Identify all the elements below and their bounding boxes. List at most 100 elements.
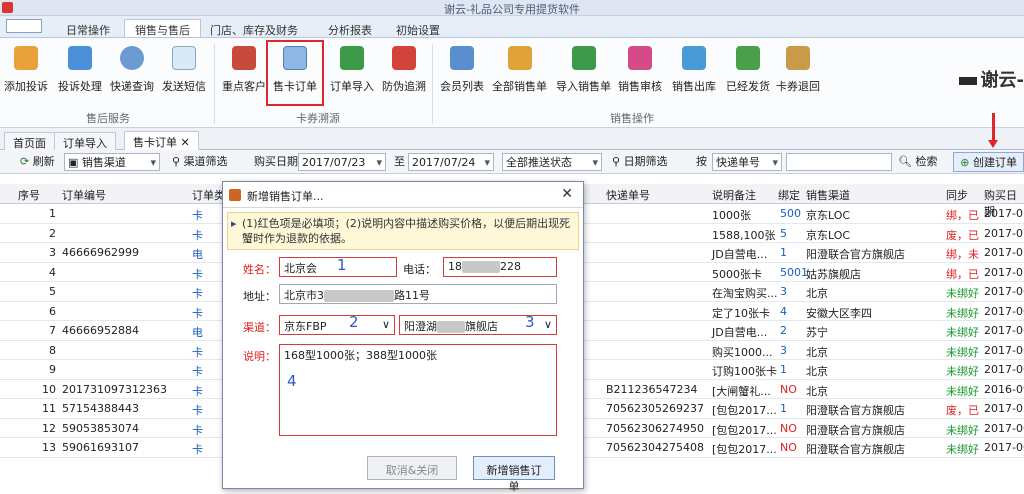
search-icon: [120, 46, 144, 70]
cell-type: 卡: [192, 443, 203, 456]
cell-order: 201731097312363: [62, 382, 167, 396]
date-to-picker[interactable]: 2017/07/24: [408, 153, 494, 172]
channel-select[interactable]: ▣ 销售渠道: [64, 153, 160, 172]
cell-sync: 绑，已: [946, 267, 979, 281]
cell-type: 卡: [192, 365, 203, 378]
cell-type: 卡: [192, 404, 203, 417]
order-import-button[interactable]: 订单导入: [330, 42, 374, 94]
cell-no: 6: [49, 304, 56, 318]
cell-date: 2017-07: [984, 265, 1024, 279]
close-icon[interactable]: ✕: [561, 186, 573, 202]
channel-filter-button[interactable]: ⚲ 渠道筛选: [172, 153, 228, 171]
send-sms-button[interactable]: 发送短信: [162, 42, 206, 94]
add-complaint-button[interactable]: 添加投诉: [4, 42, 48, 94]
cell-date: 2017-06: [984, 363, 1024, 376]
doc-tab-order-import[interactable]: 订单导入: [54, 132, 116, 150]
doc-tab-home[interactable]: 首页面: [4, 132, 55, 150]
marker-4: 4: [287, 372, 297, 390]
push-status-select[interactable]: 全部推送状态: [502, 153, 602, 172]
cell-sync: 绑，未: [946, 248, 979, 261]
cell-type: 卡: [192, 306, 203, 320]
cell-channel: 阳澄联合官方旗舰店: [806, 423, 905, 437]
all-sales-button[interactable]: 全部销售单: [492, 42, 547, 94]
dialog-logo-icon: [229, 189, 241, 201]
cell-note: [包包2017...: [712, 423, 777, 437]
cell-note: 5000张卡: [712, 267, 762, 281]
close-icon[interactable]: ✕: [181, 136, 190, 149]
cell-type: 卡: [192, 209, 203, 222]
cell-channel: 安徽大区李四: [806, 306, 872, 320]
express-query-button[interactable]: 快递查询: [110, 42, 154, 94]
colorful-grid-icon: [507, 46, 532, 70]
cell-channel: 北京: [806, 287, 828, 300]
filter-icon: ⚲: [612, 155, 621, 168]
submit-order-button[interactable]: 新增销售订单: [473, 456, 555, 493]
cell-note: 1000张: [712, 209, 751, 222]
marker-1: 1: [337, 256, 347, 274]
search-field-select[interactable]: 快递单号: [712, 153, 782, 172]
cell-channel: 阳澄联合官方旗舰店: [806, 404, 905, 417]
cell-bind: 3: [780, 343, 787, 357]
date-from-picker[interactable]: 2017/07/23: [298, 153, 386, 172]
tab-reports[interactable]: 分析报表: [318, 20, 382, 38]
search-icon: 🔍︎: [898, 155, 912, 168]
phone-label: 电话：: [403, 263, 436, 276]
document-tabs: 首页面 订单导入 售卡订单 ✕: [0, 128, 1024, 150]
channel-select[interactable]: 京东FBP ∨: [279, 315, 395, 335]
key-customer-button[interactable]: 重点客户: [222, 42, 266, 94]
address-field[interactable]: 北京市3 路11号: [279, 284, 557, 304]
cell-channel: 姑苏旗舰店: [806, 267, 861, 281]
cell-no: 11: [42, 402, 56, 415]
tab-daily[interactable]: 日常操作: [56, 20, 120, 38]
cell-channel: 阳澄联合官方旗舰店: [806, 443, 905, 456]
cancel-button[interactable]: 取消&关闭: [367, 456, 457, 480]
brand-logo: 谢云-: [958, 66, 1024, 92]
import-sales-button[interactable]: 导入销售单: [556, 42, 611, 94]
cell-exp: 70562305269237: [606, 402, 704, 415]
phone-field[interactable]: 18 228: [443, 257, 557, 277]
cell-type: 卡: [192, 423, 203, 437]
filter-icon: ⚲: [172, 155, 181, 168]
doc-tab-card-order[interactable]: 售卡订单 ✕: [124, 131, 199, 150]
eraser-icon: [628, 46, 652, 70]
cell-bind: 5001: [780, 265, 808, 279]
tab-settings[interactable]: 初始设置: [386, 20, 450, 38]
cell-exp: B211236547234: [606, 382, 698, 396]
sales-review-button[interactable]: 销售审核: [618, 42, 662, 94]
card-return-button[interactable]: 卡券退回: [776, 42, 820, 94]
cell-note: [包包2017...: [712, 404, 777, 417]
handle-complaint-button[interactable]: 投诉处理: [58, 42, 102, 94]
tab-sales[interactable]: 销售与售后: [124, 19, 201, 37]
cell-note: JD自营电...: [712, 248, 768, 261]
refresh-button[interactable]: ⟳ 刷新: [20, 153, 55, 171]
no-entry-icon: [392, 46, 416, 70]
anti-fake-button[interactable]: 防伪追溯: [382, 42, 426, 94]
tab-store-finance[interactable]: 门店、库存及财务: [200, 20, 308, 38]
cell-sync: 未绑好: [946, 345, 979, 359]
create-order-button[interactable]: ⊕ 创建订单: [953, 152, 1024, 172]
refresh-icon: ⟳: [20, 155, 30, 168]
sales-outbound-button[interactable]: 销售出库: [672, 42, 716, 94]
cell-bind: 500: [780, 207, 801, 220]
chevron-down-icon: ∨: [543, 318, 552, 331]
ribbon: 添加投诉 投诉处理 快递查询 发送短信 重点客户 售卡订单 订单导入 防伪追溯 …: [0, 38, 1024, 128]
marker-3: 3: [525, 313, 535, 331]
buy-date-label: 购买日期: [254, 155, 298, 168]
cell-date: 2017-07: [984, 246, 1024, 259]
search-button[interactable]: 🔍︎ 检索: [898, 153, 937, 171]
member-list-button[interactable]: 会员列表: [440, 42, 484, 94]
description-field[interactable]: 168型1000张；388型1000张: [279, 344, 557, 436]
cell-order: 46666952884: [62, 324, 139, 337]
plus-icon: ⊕: [960, 156, 970, 169]
card-order-button[interactable]: 售卡订单: [266, 40, 324, 106]
cell-bind: NO: [780, 441, 797, 454]
channel-icon: ▣: [68, 156, 79, 169]
group-label-sales: 销售操作: [610, 112, 654, 125]
date-filter-button[interactable]: ⚲ 日期筛选: [612, 153, 668, 171]
cell-sync: 废，已: [946, 228, 979, 242]
dialog-title-bar: 新增销售订单... ✕: [223, 182, 583, 208]
required-notice: (1)红色项是必填项；(2)说明内容中描述购买价格，以便后期出现死蟹时作为退款的…: [227, 212, 579, 250]
file-menu-button[interactable]: [6, 19, 42, 33]
search-input[interactable]: [786, 153, 892, 171]
shipped-button[interactable]: 已经发货: [726, 42, 770, 94]
